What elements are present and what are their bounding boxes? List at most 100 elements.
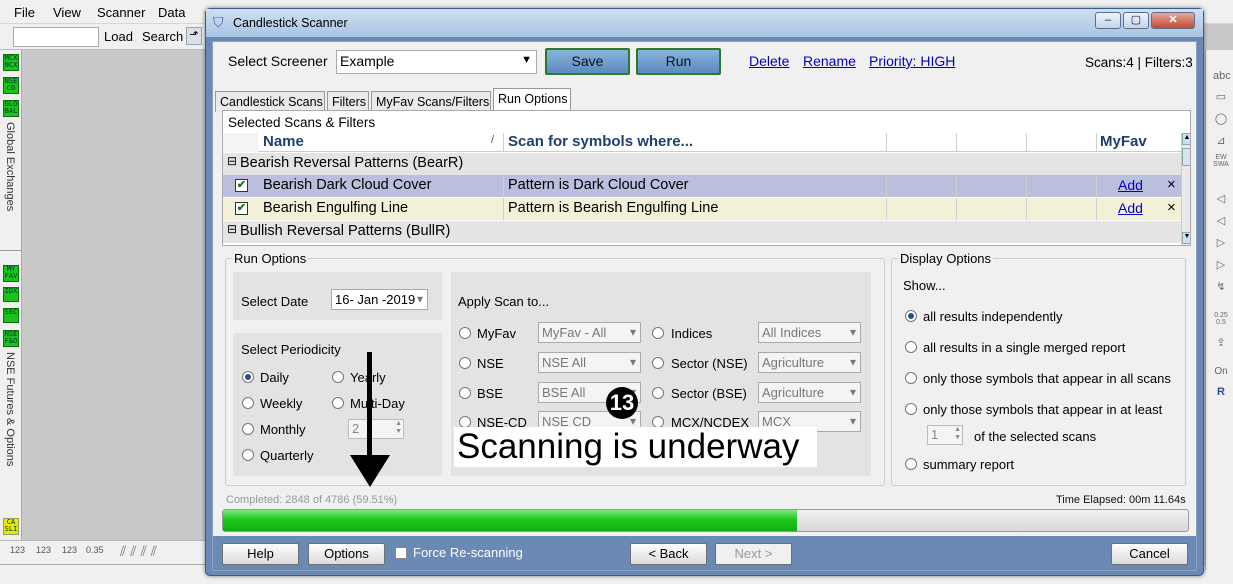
col-name[interactable]: Name xyxy=(263,133,304,150)
col-scan[interactable]: Scan for symbols where... xyxy=(508,133,693,150)
stamp-icon[interactable]: ⇪ xyxy=(1213,336,1229,349)
symbol-input[interactable] xyxy=(13,27,99,47)
triangle-tool-icon[interactable]: ⊿ xyxy=(1213,134,1229,147)
run-button[interactable]: Run xyxy=(636,48,721,75)
scroll-up-icon[interactable]: ▲ xyxy=(1182,133,1190,145)
rectangle-tool-icon[interactable]: ▭ xyxy=(1213,90,1229,103)
arrow-left-icon[interactable]: ◁ xyxy=(1213,214,1229,227)
chart-tool-icon[interactable]: ⬏ xyxy=(186,27,202,45)
menu-view[interactable]: View xyxy=(53,5,81,20)
multiday-radio[interactable] xyxy=(332,397,344,409)
options-button[interactable]: Options xyxy=(308,543,385,565)
add-myfav-link[interactable]: Add xyxy=(1118,177,1143,193)
force-rescan-checkbox[interactable] xyxy=(395,547,407,559)
myfav-icon[interactable]: MY FAV xyxy=(3,265,19,282)
search-button[interactable]: Search xyxy=(142,29,183,44)
arrow-right-icon[interactable]: ▷ xyxy=(1213,236,1229,249)
tab-myfav-scans[interactable]: MyFav Scans/Filters xyxy=(371,91,491,112)
apply-myfav-radio[interactable] xyxy=(459,327,471,339)
split-icon[interactable]: ↯ xyxy=(1213,280,1229,293)
display-independent-radio[interactable] xyxy=(905,310,917,322)
apply-bse-radio[interactable] xyxy=(459,387,471,399)
arrow-left-icon[interactable]: ◁ xyxy=(1213,192,1229,205)
maximize-button[interactable]: ▢ xyxy=(1123,12,1149,29)
indices-select[interactable]: All Indices xyxy=(758,322,861,343)
atleast-stepper[interactable]: 1 ▲ ▼ xyxy=(927,425,963,445)
load-button[interactable]: Load xyxy=(104,29,133,44)
apply-nse-radio[interactable] xyxy=(459,357,471,369)
idx-icon[interactable]: IDX xyxy=(3,287,19,302)
group-header[interactable]: ⊟ Bullish Reversal Patterns (BullR) xyxy=(223,221,1181,243)
group-header[interactable]: ⊟ Bearish Reversal Patterns (BearR) xyxy=(223,153,1181,175)
tool-icon[interactable]: 123 xyxy=(62,545,77,555)
close-window-button[interactable]: ✕ xyxy=(1151,12,1195,29)
yearly-radio[interactable] xyxy=(332,371,344,383)
sector-nse-select[interactable]: Agriculture xyxy=(758,352,861,373)
table-row[interactable]: ✔ Bearish Engulfing Line Pattern is Bear… xyxy=(223,198,1181,220)
tab-run-options[interactable]: Run Options xyxy=(493,88,571,112)
collapse-icon[interactable]: ⊟ xyxy=(227,222,237,236)
apply-sector-nse-radio[interactable] xyxy=(652,357,664,369)
date-picker[interactable]: 16- Jan -2019 xyxy=(331,289,428,310)
stepper-arrows-icon[interactable]: ▲ ▼ xyxy=(395,420,402,436)
display-summary-radio[interactable] xyxy=(905,458,917,470)
stepper-arrows-icon[interactable]: ▲ ▼ xyxy=(954,426,961,442)
rename-link[interactable]: Rename xyxy=(803,53,856,69)
tab-filters[interactable]: Filters xyxy=(327,91,369,112)
elliott-wave-icon[interactable]: EW SWA xyxy=(1213,154,1229,168)
tool-icon[interactable]: 0.35 xyxy=(86,545,104,555)
tab-candlestick-scans[interactable]: Candlestick Scans xyxy=(215,91,325,112)
sec-icon[interactable]: SEC xyxy=(3,308,19,323)
multiday-stepper[interactable]: 2 ▲ ▼ xyxy=(348,419,404,439)
text-tool-icon[interactable]: abc xyxy=(1213,70,1231,82)
save-button[interactable]: Save xyxy=(545,48,630,75)
global-icon[interactable]: GLO BAL xyxy=(3,100,19,117)
menu-file[interactable]: File xyxy=(14,5,35,20)
col-myfav[interactable]: MyFav xyxy=(1100,133,1147,150)
add-myfav-link[interactable]: Add xyxy=(1118,200,1143,216)
menu-scanner[interactable]: Scanner xyxy=(97,5,145,20)
tool-icon[interactable]: 123 xyxy=(36,545,51,555)
casli-icon[interactable]: CA SLI xyxy=(3,518,19,535)
back-button[interactable]: < Back xyxy=(630,543,707,565)
row-checkbox[interactable]: ✔ xyxy=(235,202,248,215)
cancel-button[interactable]: Cancel xyxy=(1111,543,1188,565)
collapse-icon[interactable]: ⊟ xyxy=(227,154,237,168)
help-button[interactable]: Help xyxy=(222,543,299,565)
apply-indices-radio[interactable] xyxy=(652,327,664,339)
nse-cd-icon[interactable]: NSE CD xyxy=(3,77,19,94)
screener-select[interactable]: Example ▼ xyxy=(336,50,537,74)
arrow-right-icon[interactable]: ▷ xyxy=(1213,258,1229,271)
myfav-select[interactable]: MyFav - All xyxy=(538,322,641,343)
row-checkbox[interactable]: ✔ xyxy=(235,179,248,192)
delete-link[interactable]: Delete xyxy=(749,53,789,69)
cursor-r-icon[interactable]: R xyxy=(1213,386,1229,398)
weekly-radio[interactable] xyxy=(242,397,254,409)
menu-data[interactable]: Data xyxy=(158,5,185,20)
scroll-down-icon[interactable]: ▼ xyxy=(1182,232,1190,244)
nse-fo-icon[interactable]: NSE F&O xyxy=(3,330,19,347)
ellipse-tool-icon[interactable]: ◯ xyxy=(1213,112,1229,125)
grid-scrollbar[interactable]: ▲ ▼ xyxy=(1181,133,1190,245)
display-merged-radio[interactable] xyxy=(905,341,917,353)
table-row[interactable]: ✔ Bearish Dark Cloud Cover Pattern is Da… xyxy=(223,175,1181,197)
minimize-button[interactable]: – xyxy=(1095,12,1121,29)
monthly-radio[interactable] xyxy=(242,423,254,435)
display-all-scans-radio[interactable] xyxy=(905,372,917,384)
remove-row-icon[interactable]: × xyxy=(1167,199,1176,216)
quarterly-radio[interactable] xyxy=(242,449,254,461)
fan-tools-icon[interactable]: ⫽⫽⫽⫽ xyxy=(120,543,161,560)
remove-row-icon[interactable]: × xyxy=(1167,176,1176,193)
priority-link[interactable]: Priority: HIGH xyxy=(869,53,955,69)
sector-bse-select[interactable]: Agriculture xyxy=(758,382,861,403)
scroll-thumb[interactable] xyxy=(1182,148,1190,166)
fib-icon[interactable]: 0.25 0.5 xyxy=(1213,312,1229,326)
nse-select[interactable]: NSE All xyxy=(538,352,641,373)
tool-icon[interactable]: 123 xyxy=(10,545,25,555)
daily-radio[interactable] xyxy=(242,371,254,383)
next-button[interactable]: Next > xyxy=(715,543,792,565)
display-atleast-radio[interactable] xyxy=(905,403,917,415)
mcx-ncx-icon[interactable]: MCX NCX xyxy=(3,54,19,71)
apply-sector-bse-radio[interactable] xyxy=(652,387,664,399)
on-toggle[interactable]: On xyxy=(1213,366,1229,377)
